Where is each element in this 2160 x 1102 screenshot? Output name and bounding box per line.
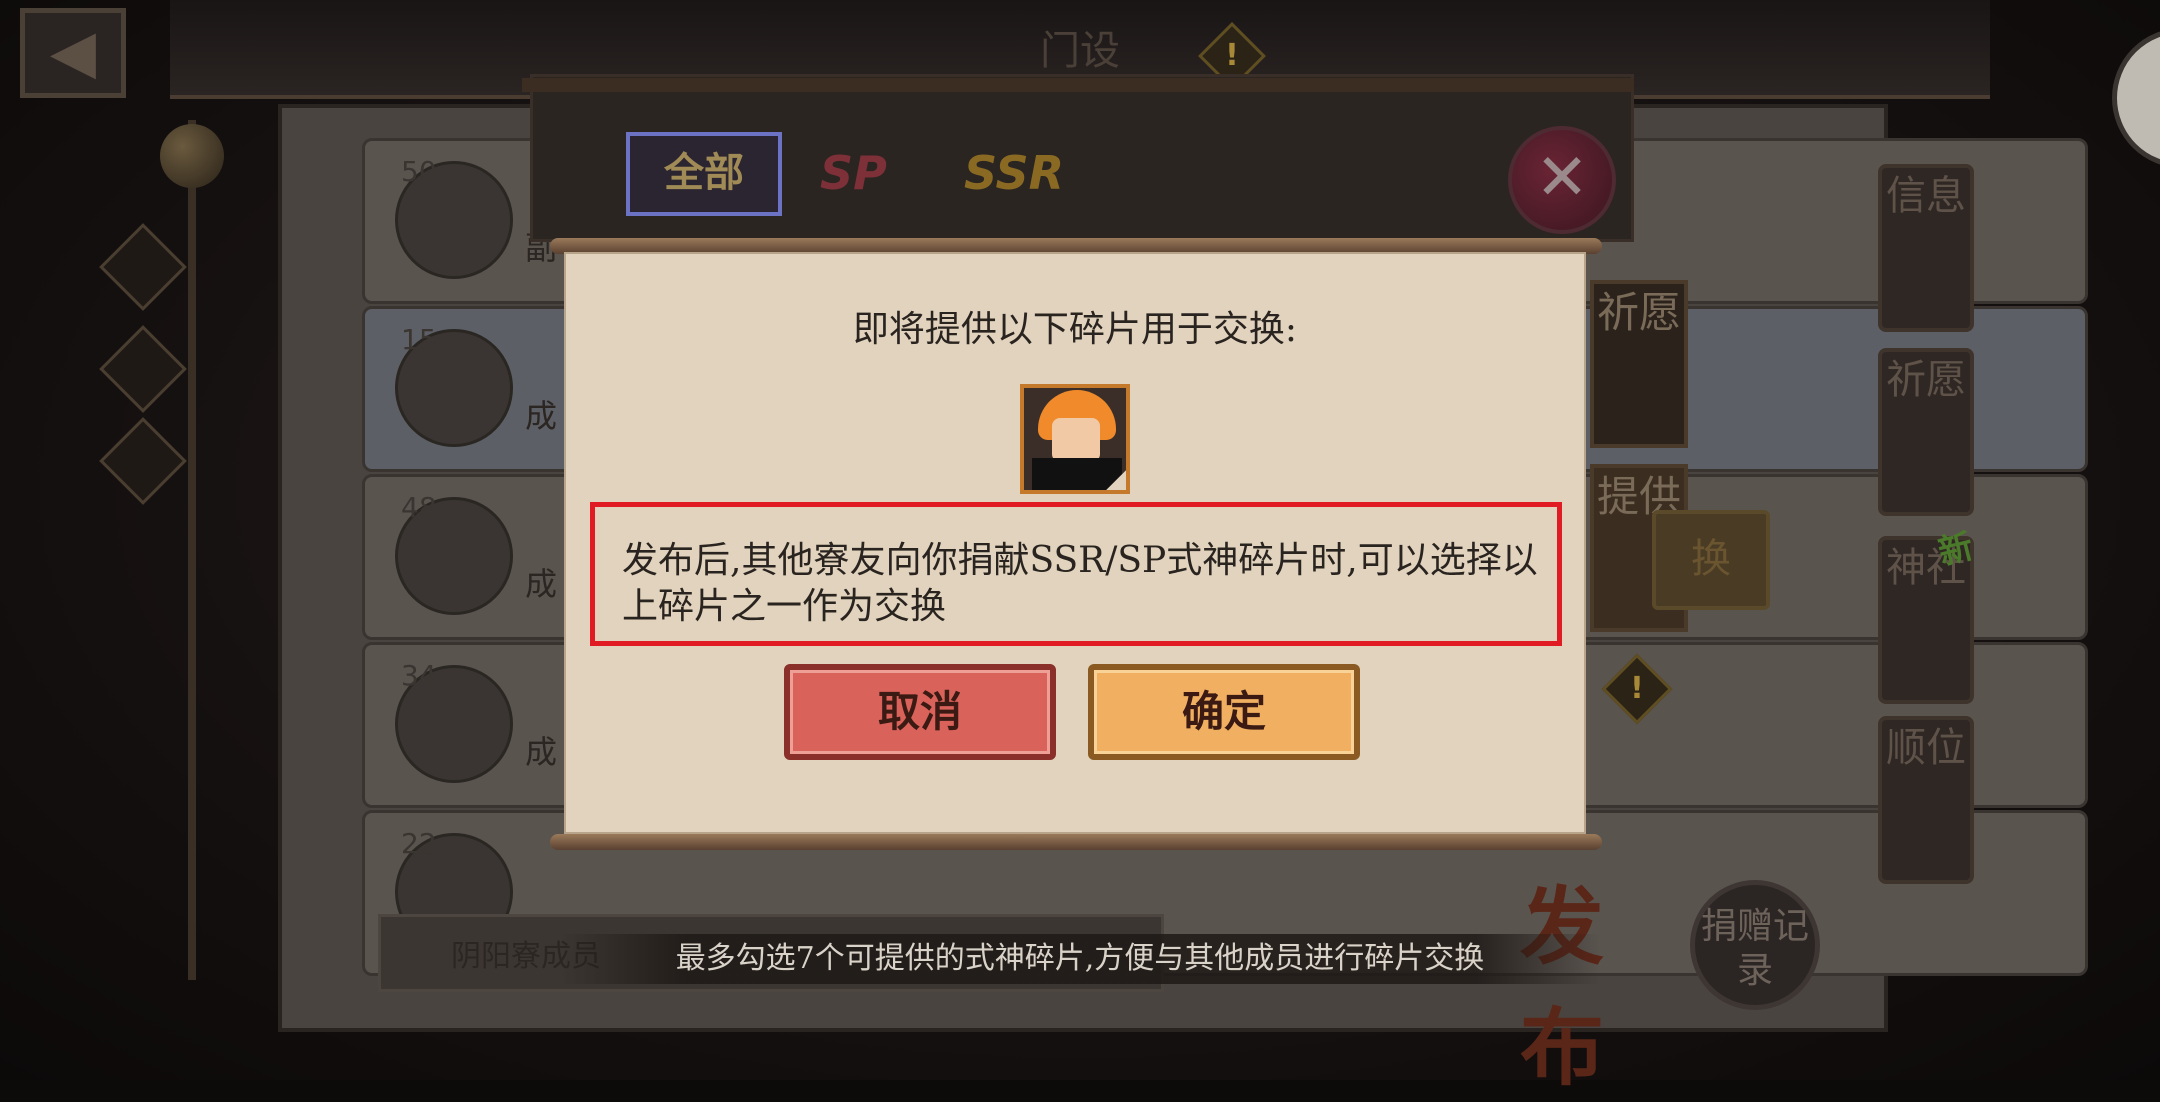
tab-all[interactable]: 全部	[626, 132, 782, 216]
donation-record-button[interactable]: 捐赠记录	[1690, 880, 1820, 1010]
exclamation-icon: !	[1630, 671, 1644, 706]
tab-label: 祈愿	[1596, 288, 1681, 337]
side-tab-label: 祈愿	[1886, 357, 1966, 403]
pole-ornament	[160, 124, 224, 188]
page-title: 门设	[1040, 28, 1120, 74]
close-button[interactable]: ✕	[1508, 126, 1616, 234]
member-role: 成	[525, 565, 558, 603]
side-tab-label: 顺位	[1886, 725, 1966, 771]
back-button[interactable]: ◀	[20, 8, 126, 98]
member-role: 成	[525, 733, 558, 771]
dialog-heading: 即将提供以下碎片用于交换:	[852, 309, 1298, 350]
side-tab-label: 信息	[1886, 173, 1966, 219]
fragment-card	[1020, 384, 1130, 494]
member-level: 22	[401, 827, 437, 860]
bottom-hint: 最多勾选7个可提供的式神碎片,方便与其他成员进行碎片交换	[560, 934, 1600, 984]
close-icon: ✕	[1535, 141, 1589, 215]
arrow-left-icon: ◀	[49, 17, 97, 87]
member-level: 34	[401, 659, 437, 692]
exclamation-icon: !	[1225, 38, 1239, 73]
tab-sp[interactable]: SP	[820, 146, 887, 200]
side-tab-info[interactable]: 信息	[1878, 164, 1974, 332]
member-level: 15	[401, 323, 437, 356]
tab-wish[interactable]: 祈愿	[1590, 280, 1688, 448]
tab-ssr[interactable]: SSR	[964, 146, 1064, 200]
side-tab-wish[interactable]: 祈愿	[1878, 348, 1974, 516]
left-pole	[188, 120, 196, 980]
exchange-button[interactable]: 换	[1652, 510, 1770, 610]
character-face	[1052, 418, 1100, 462]
popup-header-rod	[522, 78, 1634, 92]
member-role: 成	[525, 397, 558, 435]
side-tab-rank[interactable]: 顺位	[1878, 716, 1974, 884]
cancel-button[interactable]: 取消	[784, 664, 1056, 760]
dialog-body: 发布后,其他寮友向你捐献SSR/SP式神碎片时,可以选择以上碎片之一作为交换	[622, 540, 1538, 627]
member-level: 50	[401, 155, 437, 188]
confirm-button[interactable]: 确定	[1088, 664, 1360, 760]
member-level: 48	[401, 491, 437, 524]
scroll-rod-bottom	[550, 834, 1602, 850]
